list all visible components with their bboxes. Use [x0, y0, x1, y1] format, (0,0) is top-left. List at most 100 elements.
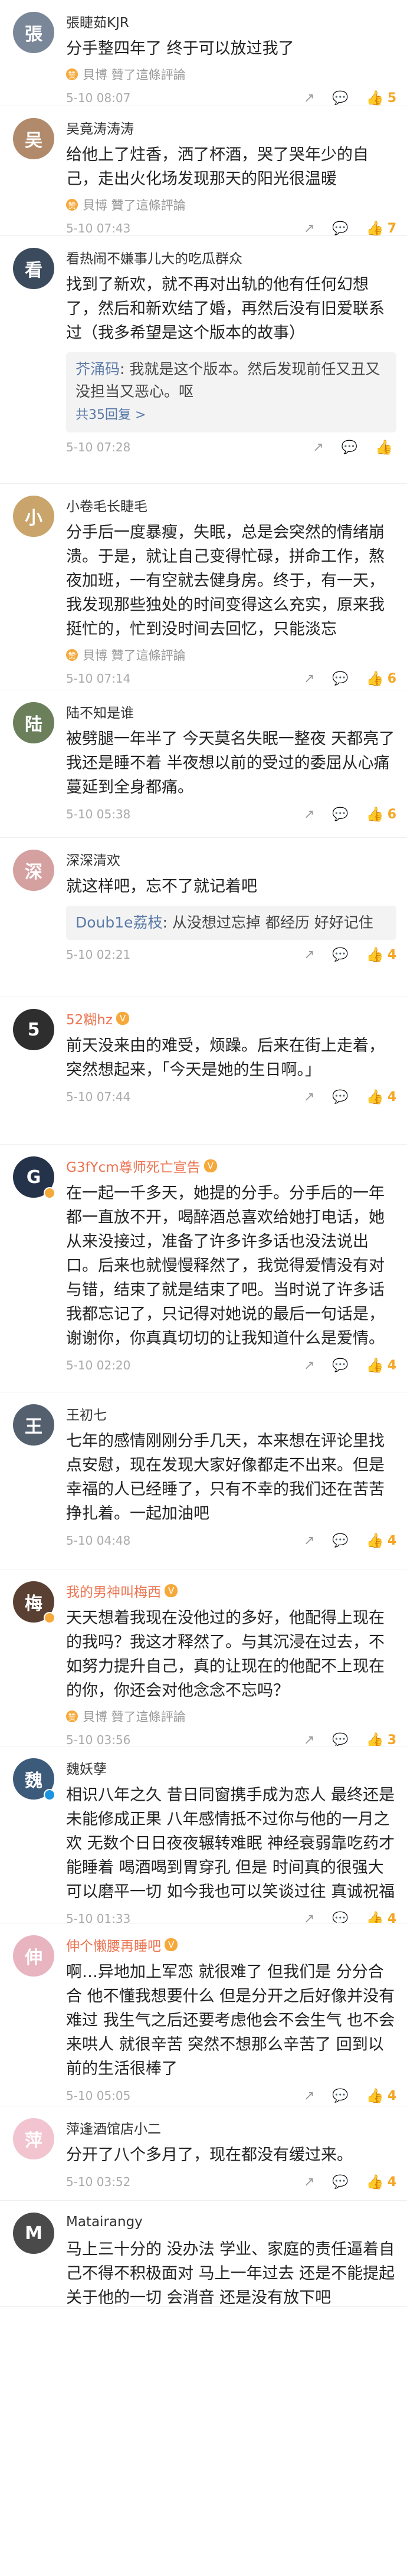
share-icon[interactable]: ↗ [304, 2175, 314, 2190]
like-button[interactable]: 👍 4 [366, 1910, 396, 1923]
like-icon[interactable]: 👍 [366, 2087, 384, 2104]
username[interactable]: G3fYcm尊师死亡宣告 [66, 1156, 201, 1176]
avatar[interactable]: G [13, 1156, 55, 1199]
comment-actions: ↗ 💬 👍 7 [304, 220, 396, 236]
comment-actions: ↗ 💬 👍 [313, 439, 396, 455]
comment-meta: 5-10 07:43 ↗ 💬 👍 7 [66, 219, 396, 236]
user-row: 伸个懒腰再睡吧 V [66, 1933, 396, 1956]
like-button[interactable]: 👍 4 [366, 2087, 396, 2104]
share-icon[interactable]: ↗ [304, 1533, 314, 1548]
avatar[interactable]: 小 [13, 496, 54, 537]
comment-icon[interactable]: 💬 [332, 2175, 348, 2190]
share-icon[interactable]: ↗ [304, 948, 314, 962]
avatar[interactable]: 王 [13, 1404, 54, 1446]
comment-item: 伸伸个懒腰再睡吧 V 啊…异地加上军恋 就很难了 但我们是 分分合合 他不懂我想要什… [0, 1923, 407, 2106]
comment-actions: ↗ 💬 👍 4 [304, 2174, 396, 2190]
username[interactable]: 小卷毛长睫毛 [66, 495, 147, 515]
avatar[interactable]: 萍 [13, 2118, 54, 2159]
comment-icon[interactable]: 💬 [332, 221, 348, 236]
reply-author[interactable]: Doub1e荔枝 [76, 914, 163, 931]
username[interactable]: 深深清欢 [66, 849, 120, 869]
avatar[interactable]: 吴 [13, 118, 54, 159]
share-icon[interactable]: ↗ [304, 1912, 314, 1923]
comment-icon[interactable]: 💬 [332, 1733, 348, 1746]
like-button[interactable]: 👍 4 [366, 1357, 396, 1374]
like-icon[interactable]: 👍 [366, 946, 384, 963]
share-icon[interactable]: ↗ [304, 2089, 314, 2103]
reply-box[interactable]: Doub1e荔枝: 从没想过忘掉 都经历 好好记住 [66, 906, 396, 940]
comment-text: 马上三十分的 没办法 学业、家庭的责任逼着自己不得不积极面对 马上一年过去 还是… [66, 2240, 395, 2307]
timestamp: 5-10 07:28 [66, 440, 131, 454]
share-icon[interactable]: ↗ [304, 1733, 314, 1746]
avatar[interactable]: 張 [13, 12, 54, 53]
username[interactable]: 陆不知是谁 [66, 702, 134, 722]
author-like-icon: 赞 [66, 649, 78, 661]
like-count: 4 [387, 2088, 396, 2103]
avatar[interactable]: 伸 [13, 1935, 54, 1977]
avatar[interactable]: M [13, 2213, 54, 2254]
like-button[interactable]: 👍 4 [366, 946, 396, 963]
comment-item: M Matairangy 马上三十分的 没办法 学业、家庭的责任逼着自己不得不积极面… [0, 2201, 407, 2307]
more-replies-link[interactable]: 共35回复 > [76, 408, 146, 422]
comment-icon[interactable]: 💬 [332, 1533, 348, 1548]
like-icon[interactable]: 👍 [366, 1732, 384, 1746]
comment-icon[interactable]: 💬 [332, 1090, 348, 1105]
avatar[interactable]: 陆 [13, 702, 54, 743]
username[interactable]: Matairangy [66, 2214, 143, 2230]
username[interactable]: 我的男神叫梅西 [66, 1581, 161, 1601]
username[interactable]: 萍逢酒馆店小二 [66, 2118, 161, 2138]
avatar[interactable]: 魏 [13, 1758, 55, 1801]
username[interactable]: 看热闹不嫌事儿大的吃瓜群众 [66, 247, 242, 267]
like-icon[interactable]: 👍 [366, 1357, 384, 1374]
comment-icon[interactable]: 💬 [332, 671, 348, 686]
avatar[interactable]: 梅 [13, 1581, 55, 1624]
comment-icon[interactable]: 💬 [332, 91, 348, 106]
like-icon[interactable]: 👍 [375, 439, 393, 455]
comment-icon[interactable]: 💬 [332, 948, 348, 962]
comment-icon[interactable]: 💬 [342, 440, 357, 455]
share-icon[interactable]: ↗ [304, 1090, 314, 1105]
username[interactable]: 魏妖孽 [66, 1758, 107, 1778]
like-button[interactable]: 👍 5 [366, 90, 396, 106]
like-icon[interactable]: 👍 [366, 806, 384, 822]
like-button[interactable]: 👍 6 [366, 670, 396, 687]
like-icon[interactable]: 👍 [366, 220, 384, 235]
comment-icon[interactable]: 💬 [332, 807, 348, 822]
like-button[interactable]: 👍 4 [366, 1089, 396, 1105]
avatar[interactable]: 深 [13, 850, 54, 891]
like-icon[interactable]: 👍 [366, 1910, 384, 1923]
like-icon[interactable]: 👍 [366, 1532, 384, 1549]
share-icon[interactable]: ↗ [304, 1358, 314, 1373]
like-button[interactable]: 👍 4 [366, 1532, 396, 1549]
share-icon[interactable]: ↗ [304, 221, 314, 236]
share-icon[interactable]: ↗ [304, 91, 314, 106]
reply-author[interactable]: 芥涌码 [76, 360, 120, 378]
share-icon[interactable]: ↗ [304, 671, 314, 686]
like-icon[interactable]: 👍 [366, 670, 384, 687]
comment-icon[interactable]: 💬 [332, 2089, 348, 2103]
avatar[interactable]: 5 [13, 1009, 54, 1050]
comment-icon[interactable]: 💬 [332, 1912, 348, 1923]
like-icon[interactable]: 👍 [366, 1089, 384, 1105]
comment-item: 萍萍逢酒馆店小二 分开了八个多月了，现在都没有缓过来。 5-10 03:52 ↗ 💬 👍 4 [0, 2106, 407, 2201]
share-icon[interactable]: ↗ [313, 440, 323, 455]
like-button[interactable]: 👍 3 [366, 1732, 396, 1746]
share-icon[interactable]: ↗ [304, 807, 314, 822]
like-icon[interactable]: 👍 [366, 2174, 384, 2190]
like-icon[interactable]: 👍 [366, 90, 384, 106]
username[interactable]: 張睫茹KJR [66, 11, 129, 31]
comment-actions: ↗ 💬 👍 4 [304, 1089, 396, 1105]
username[interactable]: 伸个懒腰再睡吧 [66, 1935, 161, 1955]
like-button[interactable]: 👍 6 [366, 806, 396, 822]
like-button[interactable]: 👍 [375, 439, 396, 455]
like-button[interactable]: 👍 4 [366, 2174, 396, 2190]
username[interactable]: 52糊hz [66, 1008, 113, 1028]
comment-icon[interactable]: 💬 [332, 1358, 348, 1373]
user-row: 吴竟涛涛涛 [66, 116, 396, 139]
comment-text: 七年的感情刚刚分手几天，本来想在评论里找点安慰，现在发现大家好像都走不出来。但是… [66, 1432, 385, 1523]
reply-box[interactable]: 芥涌码: 我就是这个版本。然后发现前任又丑又没担当又恶心。呕 共35回复 > [66, 352, 396, 432]
avatar[interactable]: 看 [13, 248, 54, 289]
username[interactable]: 王初七 [66, 1404, 107, 1424]
like-button[interactable]: 👍 7 [366, 220, 396, 235]
username[interactable]: 吴竟涛涛涛 [66, 117, 134, 137]
